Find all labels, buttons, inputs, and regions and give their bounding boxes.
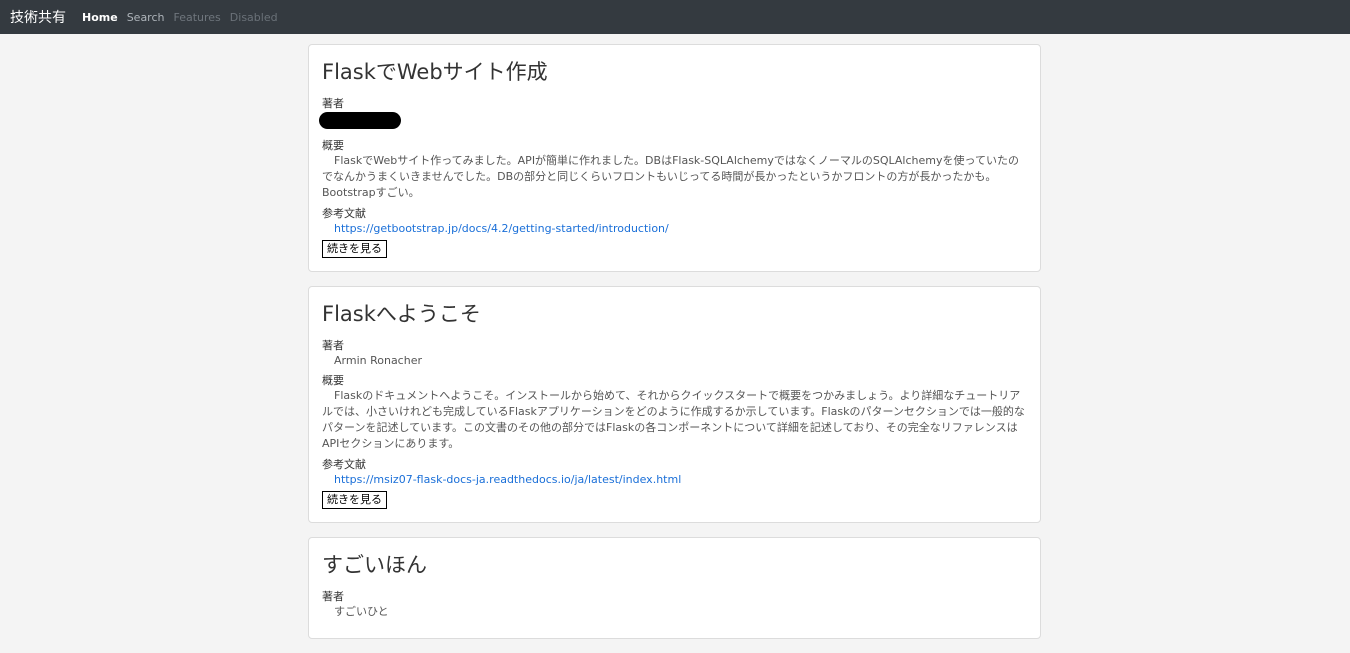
article-list: FlaskでWebサイト作成 著者 概要 FlaskでWebサイト作ってみました… <box>308 44 1041 653</box>
references-label: 参考文献 <box>322 207 366 220</box>
top-navbar: 技術共有 Home Search Features Disabled <box>0 0 1350 34</box>
read-more-button[interactable]: 続きを見る <box>322 491 387 509</box>
references-label: 参考文献 <box>322 458 366 471</box>
article-title: すごいほん <box>322 553 427 577</box>
reference-link[interactable]: https://msiz07-flask-docs-ja.readthedocs… <box>322 472 1027 488</box>
article-card: FlaskでWebサイト作成 著者 概要 FlaskでWebサイト作ってみました… <box>308 44 1041 272</box>
reference-link[interactable]: https://getbootstrap.jp/docs/4.2/getting… <box>322 221 1027 237</box>
nav-features[interactable]: Features <box>173 11 220 24</box>
author-redacted <box>319 111 1027 139</box>
summary-text: FlaskでWebサイト作ってみました。APIが簡単に作れました。DBはFlas… <box>322 154 1019 199</box>
author-label: 著者 <box>322 339 344 352</box>
nav-search[interactable]: Search <box>127 11 165 24</box>
author-name: すごいひと <box>334 605 389 618</box>
article-card: すごいほん 著者 すごいひと <box>308 537 1041 639</box>
brand-logo[interactable]: 技術共有 <box>10 7 66 27</box>
author-label: 著者 <box>322 97 344 110</box>
summary-text: Flaskのドキュメントへようこそ。インストールから始めて、それからクイックスタ… <box>322 389 1025 450</box>
article-title: FlaskでWebサイト作成 <box>322 60 548 84</box>
read-more-button[interactable]: 続きを見る <box>322 240 387 258</box>
nav-disabled: Disabled <box>229 10 278 24</box>
article-title: Flaskへようこそ <box>322 302 481 326</box>
article-card: Flaskへようこそ 著者 Armin Ronacher 概要 Flaskのドキ… <box>308 286 1041 523</box>
summary-label: 概要 <box>322 374 344 387</box>
author-label: 著者 <box>322 590 344 603</box>
nav-home[interactable]: Home <box>82 11 118 24</box>
author-name: Armin Ronacher <box>334 354 422 367</box>
redaction-bar <box>319 112 401 129</box>
summary-label: 概要 <box>322 139 344 152</box>
